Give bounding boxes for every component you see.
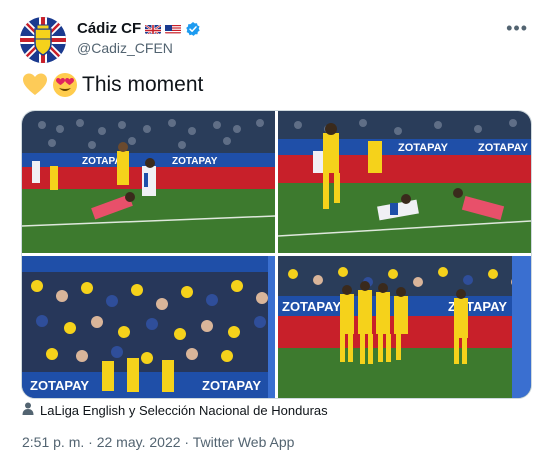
ad-board-text: ZOTAPAY [202, 378, 261, 393]
tweet-text-content: This moment [82, 73, 204, 96]
verified-badge-icon [185, 21, 201, 37]
person-tag-icon [22, 402, 34, 418]
more-options-icon[interactable]: ••• [506, 18, 528, 39]
media-grid: ZOTAPAY ZOTAPAY ZOTAPAY ZOTAPAY ZOTAPAY … [21, 110, 532, 399]
us-flag-icon [165, 23, 182, 34]
tweet-date[interactable]: 22 may. 2022 [97, 434, 181, 450]
account-name-row: Cádiz CF [77, 20, 201, 37]
photo-match-action-1[interactable]: ZOTAPAY ZOTAPAY [22, 111, 275, 253]
account-name[interactable]: Cádiz CF [77, 20, 141, 37]
tweet-time[interactable]: 2:51 p. m. [22, 434, 84, 450]
yellow-heart-icon [22, 72, 48, 98]
photo-match-action-2[interactable]: ZOTAPAY ZOTAPAY [278, 111, 531, 253]
account-avatar[interactable] [20, 17, 66, 63]
uk-flag-icon [145, 23, 162, 34]
tweet-meta: 2:51 p. m. · 22 may. 2022 · Twitter Web … [22, 434, 294, 450]
ad-board-text: ZOTAPAY [478, 142, 529, 154]
meta-separator: · [88, 434, 93, 450]
tagged-users[interactable]: LaLiga English y Selección Nacional de H… [22, 402, 328, 418]
ad-board-text: ZOTAPAY [30, 378, 89, 393]
photo-team-celebration[interactable]: ZOTAPAY ZOTAPAY [278, 256, 531, 398]
ad-board-text: ZOTAPAY [172, 156, 218, 167]
photo-fans-celebration[interactable]: ZOTAPAY ZOTAPAY [22, 256, 275, 398]
meta-separator: · [184, 434, 190, 450]
ad-board-text: ZOTAPAY [282, 299, 341, 314]
tagged-users-text: LaLiga English y Selección Nacional de H… [40, 402, 328, 418]
heart-eyes-emoji-icon [52, 72, 78, 98]
cadiz-crest-icon [20, 17, 66, 63]
tweet-text: This moment [22, 72, 203, 98]
account-handle[interactable]: @Cadiz_CFEN [77, 40, 173, 56]
ad-board-text: ZOTAPAY [398, 142, 449, 154]
tweet-source[interactable]: Twitter Web App [193, 434, 295, 450]
